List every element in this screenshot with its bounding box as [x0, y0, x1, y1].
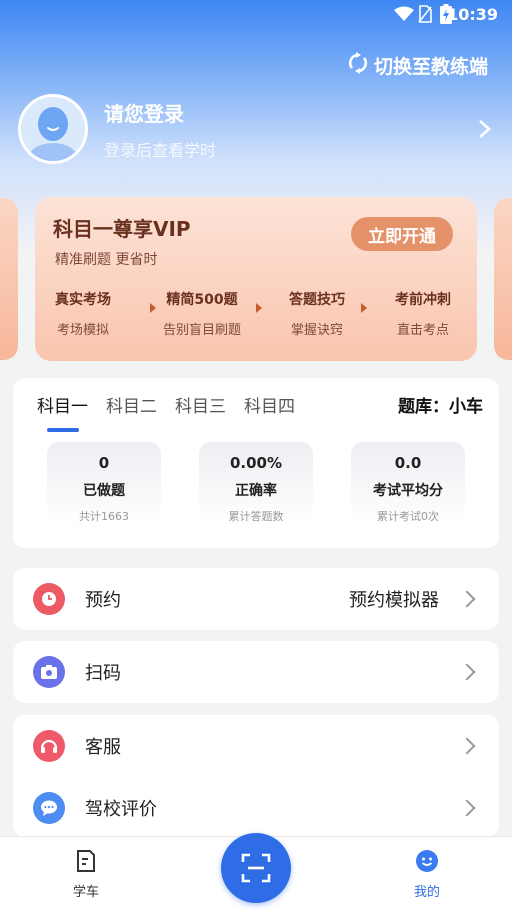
vip-feature-desc: 告别盲目刷题 [163, 323, 242, 338]
menu-group-scan: 扫码 [13, 641, 499, 703]
vip-card-prev-peek[interactable] [0, 198, 18, 360]
reserve-simulator-label: 预约模拟器 [349, 590, 439, 611]
vip-card[interactable]: 科目一尊享VIP 精准刷题 更省时 立即开通 真实考场 考场模拟 精简500题 … [35, 197, 477, 361]
subject-tabs: 科目一 科目二 科目三 科目四 [37, 392, 313, 432]
vip-feature-desc: 直击考点 [396, 323, 449, 338]
tab-subject-3[interactable]: 科目三 [175, 392, 226, 417]
menu-item-school-review[interactable]: 驾校评价 [13, 777, 499, 839]
vip-feature-title: 考前冲刺 [395, 292, 451, 308]
vip-title: 科目一尊享VIP [53, 217, 191, 241]
switch-icon [348, 52, 368, 79]
chevron-right-icon [458, 799, 476, 817]
login-prompt: 请您登录 [104, 101, 184, 126]
clock-icon [33, 583, 65, 615]
headset-icon [33, 730, 65, 762]
tab-learn-label: 学车 [72, 885, 99, 900]
vip-feature-title: 精简500题 [166, 292, 238, 308]
vip-feature-desc: 考场模拟 [56, 323, 109, 338]
menu-item-label: 驾校评价 [85, 799, 157, 820]
arrow-right-icon [256, 303, 262, 313]
vip-feature-desc: 掌握诀窍 [290, 323, 343, 338]
avatar [18, 94, 88, 164]
switch-label: 切换至教练端 [373, 56, 488, 78]
stat-value: 0.0 [394, 454, 422, 472]
tab-subject-4[interactable]: 科目四 [244, 392, 295, 417]
menu-item-label: 预约 [85, 590, 121, 611]
login-profile[interactable]: 请您登录 登录后查看学时 [18, 94, 494, 164]
chevron-right-icon [458, 590, 476, 608]
stat-label: 考试平均分 [373, 483, 443, 499]
stat-note: 共计1663 [79, 510, 129, 523]
status-time: 10:39 [447, 5, 498, 24]
menu-group-service: 客服 驾校评价 [13, 715, 499, 837]
chevron-right-icon [474, 119, 494, 139]
menu-item-service[interactable]: 客服 [13, 715, 499, 777]
login-subtitle: 登录后查看学时 [104, 140, 217, 160]
status-bar: 10:39 [0, 0, 512, 30]
stat-average-score[interactable]: 0.0 考试平均分 累计考试0次 [351, 442, 465, 526]
menu-item-label: 扫码 [85, 663, 121, 684]
vip-feature: 真实考场 考场模拟 [55, 289, 111, 338]
study-stats-card: 科目一 科目二 科目三 科目四 题库：小车 0 已做题 共计1663 0.00%… [13, 378, 499, 548]
switch-to-coach-button[interactable]: 切换至教练端 [348, 52, 488, 79]
stat-label: 已做题 [83, 483, 125, 499]
stat-note: 累计考试0次 [377, 510, 439, 523]
vip-card-next-peek[interactable] [494, 198, 512, 360]
stat-value: 0 [98, 454, 110, 472]
stat-value: 0.00% [229, 454, 283, 472]
menu-item-label: 客服 [85, 737, 121, 758]
vip-feature: 考前冲刺 直击考点 [395, 289, 451, 338]
tab-subject-1[interactable]: 科目一 [37, 392, 88, 432]
stat-accuracy[interactable]: 0.00% 正确率 累计答题数 [199, 442, 313, 526]
vip-subtitle: 精准刷题 更省时 [55, 252, 158, 268]
stat-done[interactable]: 0 已做题 共计1663 [47, 442, 161, 526]
tab-subject-2[interactable]: 科目二 [106, 392, 157, 417]
wifi-icon [394, 6, 414, 26]
vip-feature: 精简500题 告别盲目刷题 [163, 289, 241, 338]
menu-item-scan[interactable]: 扫码 [13, 641, 499, 703]
question-bank-selector[interactable]: 题库：小车 [398, 392, 483, 417]
sim-icon [418, 5, 432, 27]
vip-feature-title: 答题技巧 [289, 292, 345, 308]
chat-bubble-icon [33, 792, 65, 824]
scan-icon [241, 853, 271, 883]
tab-mine[interactable]: 我的 [405, 849, 449, 900]
chevron-right-icon [458, 663, 476, 681]
tab-learn[interactable]: 学车 [64, 849, 108, 900]
menu-group-reserve: 预约 预约模拟器 [13, 568, 499, 630]
avatar-icon [21, 97, 85, 161]
vip-open-button[interactable]: 立即开通 [351, 217, 453, 251]
vip-feature-title: 真实考场 [55, 292, 111, 308]
camera-icon [33, 656, 65, 688]
smiley-face-icon [416, 850, 438, 872]
document-icon [77, 850, 95, 872]
tab-mine-label: 我的 [413, 885, 440, 900]
vip-feature: 答题技巧 掌握诀窍 [289, 289, 345, 338]
chevron-right-icon [458, 737, 476, 755]
arrow-right-icon [150, 303, 156, 313]
arrow-right-icon [361, 303, 367, 313]
stat-note: 累计答题数 [228, 510, 284, 523]
stat-label: 正确率 [235, 483, 277, 499]
menu-item-reserve[interactable]: 预约 预约模拟器 [13, 568, 499, 630]
scan-fab-button[interactable] [221, 833, 291, 903]
